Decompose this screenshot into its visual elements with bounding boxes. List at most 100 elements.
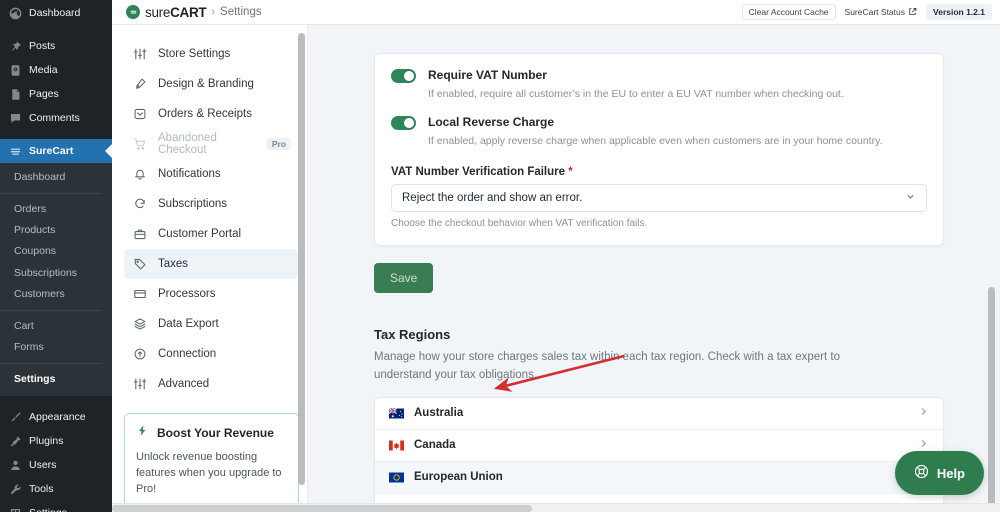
- region-label: European Union: [414, 471, 503, 483]
- horizontal-scrollbar[interactable]: [112, 503, 1000, 512]
- sidebar-item-dashboard[interactable]: Dashboard: [0, 1, 112, 25]
- nav-item-orders-receipts[interactable]: Orders & Receipts: [124, 99, 299, 129]
- sidebar-item-appearance[interactable]: Appearance: [0, 405, 112, 429]
- sidebar-item-label: Tools: [29, 484, 54, 495]
- version-badge: Version 1.2.1: [926, 4, 992, 21]
- save-button[interactable]: Save: [374, 263, 433, 293]
- sliders-icon: [132, 47, 147, 62]
- submenu-item-settings[interactable]: Settings: [0, 369, 112, 390]
- lightning-icon: [136, 424, 149, 442]
- sidebar-item-posts[interactable]: Posts: [0, 34, 112, 58]
- nav-item-customer-portal[interactable]: Customer Portal: [124, 219, 299, 249]
- flag-eu-icon: [389, 472, 404, 483]
- nav-item-label: Advanced: [158, 378, 209, 390]
- help-button[interactable]: Help: [895, 451, 984, 495]
- nav-item-processors[interactable]: Processors: [124, 279, 299, 309]
- surecart-logo[interactable]: sureCART: [126, 5, 206, 20]
- submenu-item-cart[interactable]: Cart: [0, 316, 112, 337]
- scrollbar-thumb[interactable]: [112, 505, 532, 512]
- nav-item-data-export[interactable]: Data Export: [124, 309, 299, 339]
- tax-regions-title: Tax Regions: [374, 327, 944, 342]
- toggle-help-text: If enabled, apply reverse charge when ap…: [428, 134, 882, 149]
- brand-wordmark: sureCART: [145, 5, 206, 20]
- toggle-help-text: If enabled, require all customer’s in th…: [428, 87, 844, 102]
- nav-item-abandoned-checkout[interactable]: Abandoned Checkout Pro: [124, 129, 299, 159]
- boost-card-body: Unlock revenue boosting features when yo…: [136, 450, 287, 498]
- layers-icon: [132, 317, 147, 332]
- scrollbar-thumb[interactable]: [298, 33, 305, 485]
- main-scrollbar[interactable]: [988, 25, 995, 495]
- submenu-item-coupons[interactable]: Coupons: [0, 241, 112, 262]
- cart-icon: [132, 137, 147, 152]
- brand-word-light: sure: [145, 5, 170, 20]
- region-label: Canada: [414, 439, 456, 451]
- flag-ca-icon: [389, 440, 404, 451]
- required-marker: *: [568, 166, 572, 178]
- flag-au-icon: [389, 408, 404, 419]
- sidebar-item-settings[interactable]: Settings: [0, 501, 112, 512]
- surecart-app: sureCART › Settings Clear Account Cache …: [112, 0, 1000, 512]
- vat-failure-select[interactable]: Reject the order and show an error.: [391, 184, 927, 212]
- topbar-actions: Clear Account Cache SureCart Status Vers…: [742, 4, 992, 21]
- sidebar-item-pages[interactable]: Pages: [0, 82, 112, 106]
- surecart-submenu: Dashboard Orders Products Coupons Subscr…: [0, 163, 112, 396]
- chevron-right-icon: [918, 406, 929, 420]
- sidebar-item-surecart[interactable]: SureCart: [0, 139, 112, 163]
- submenu-item-products[interactable]: Products: [0, 220, 112, 241]
- settings-icon: [8, 506, 22, 512]
- select-value: Reject the order and show an error.: [402, 192, 582, 204]
- boost-revenue-card: Boost Your Revenue Unlock revenue boosti…: [124, 413, 299, 512]
- sidebar-item-plugins[interactable]: Plugins: [0, 429, 112, 453]
- sidebar-item-tools[interactable]: Tools: [0, 477, 112, 501]
- submenu-item-customers[interactable]: Customers: [0, 284, 112, 305]
- submenu-item-forms[interactable]: Forms: [0, 337, 112, 358]
- nav-item-label: Orders & Receipts: [158, 108, 252, 120]
- settings-content: Require VAT Number If enabled, require a…: [308, 53, 1000, 512]
- sidebar-item-comments[interactable]: Comments: [0, 106, 112, 130]
- nav-item-label: Customer Portal: [158, 228, 241, 240]
- nav-item-label: Data Export: [158, 318, 219, 330]
- nav-item-label: Design & Branding: [158, 78, 254, 90]
- settings-nav-scrollbar[interactable]: [298, 33, 305, 508]
- comment-icon: [8, 111, 22, 125]
- nav-item-label: Taxes: [158, 258, 188, 270]
- require-vat-number-toggle[interactable]: [391, 69, 416, 83]
- sidebar-item-label: Posts: [29, 41, 55, 52]
- card-icon: [132, 287, 147, 302]
- nav-item-notifications[interactable]: Notifications: [124, 159, 299, 189]
- sidebar-item-label: Media: [29, 65, 58, 76]
- submenu-item-orders[interactable]: Orders: [0, 199, 112, 220]
- sidebar-item-label: SureCart: [29, 146, 73, 157]
- nav-item-design-branding[interactable]: Design & Branding: [124, 69, 299, 99]
- surecart-status-link[interactable]: SureCart Status: [840, 4, 922, 21]
- table-row[interactable]: Australia: [375, 398, 943, 430]
- nav-item-connection[interactable]: Connection: [124, 339, 299, 369]
- submenu-item-subscriptions[interactable]: Subscriptions: [0, 263, 112, 284]
- table-row[interactable]: Canada: [375, 430, 943, 462]
- scrollbar-thumb[interactable]: [988, 287, 995, 512]
- table-row[interactable]: European Union: [375, 462, 943, 494]
- sidebar-item-label: Comments: [29, 113, 80, 124]
- sidebar-item-label: Dashboard: [29, 8, 80, 19]
- app-topbar: sureCART › Settings Clear Account Cache …: [112, 0, 1000, 25]
- nav-item-store-settings[interactable]: Store Settings: [124, 39, 299, 69]
- sidebar-item-users[interactable]: Users: [0, 453, 112, 477]
- bell-icon: [132, 167, 147, 182]
- sidebar-item-media[interactable]: Media: [0, 58, 112, 82]
- settings-nav: Store Settings Design & Branding Orders …: [112, 25, 308, 512]
- plug-icon: [8, 434, 22, 448]
- nav-item-taxes[interactable]: Taxes: [124, 249, 299, 279]
- submenu-divider: [0, 363, 102, 364]
- nav-item-subscriptions[interactable]: Subscriptions: [124, 189, 299, 219]
- local-reverse-charge-row: Local Reverse Charge If enabled, apply r…: [391, 115, 927, 149]
- clear-account-cache-button[interactable]: Clear Account Cache: [742, 4, 836, 21]
- submenu-item-dashboard[interactable]: Dashboard: [0, 167, 112, 188]
- submenu-divider: [0, 310, 102, 311]
- nav-item-label: Subscriptions: [158, 198, 227, 210]
- wrench-icon: [8, 482, 22, 496]
- local-reverse-charge-toggle[interactable]: [391, 116, 416, 130]
- nav-item-advanced[interactable]: Advanced: [124, 369, 299, 399]
- brand-word-bold: CART: [170, 5, 206, 20]
- tag-icon: [132, 257, 147, 272]
- toggle-label: Local Reverse Charge: [428, 115, 882, 130]
